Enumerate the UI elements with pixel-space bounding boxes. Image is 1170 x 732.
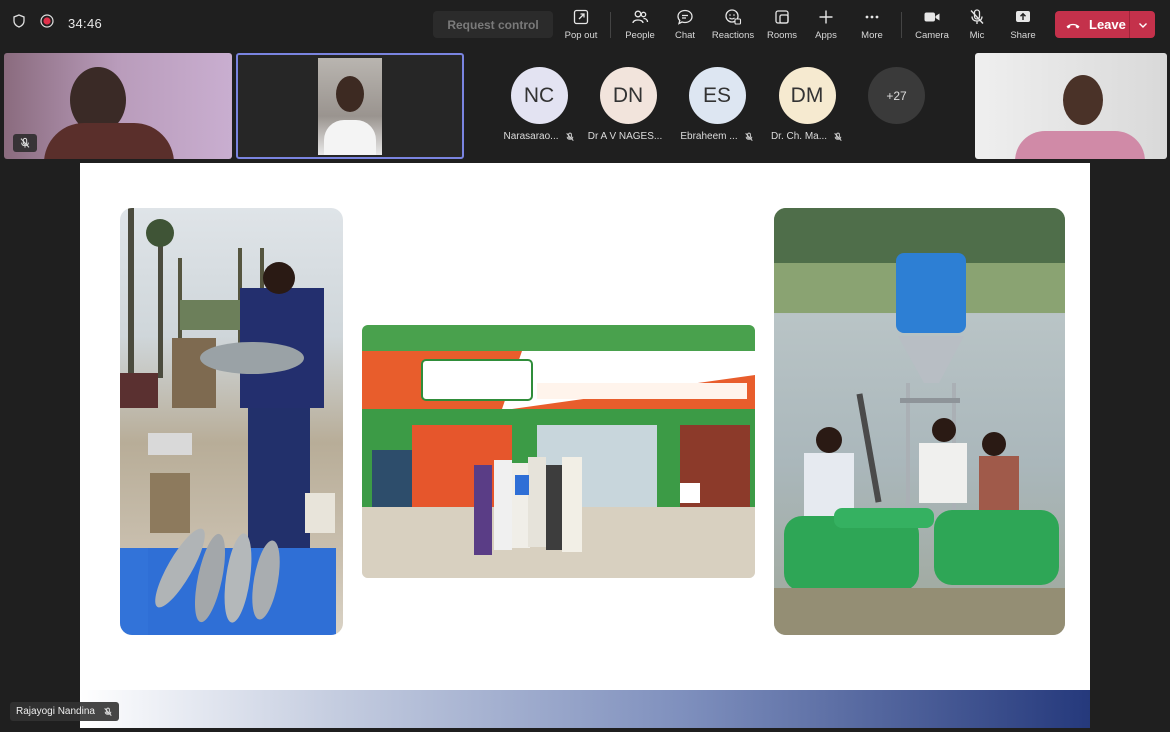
avatar: NC	[510, 67, 568, 124]
chevron-down-icon	[1138, 22, 1147, 28]
apps-icon	[819, 10, 833, 24]
more-participants-button[interactable]: +27	[868, 67, 925, 124]
avatar: ES	[688, 67, 746, 124]
people-icon	[632, 10, 649, 24]
apps-label: Apps	[815, 30, 837, 41]
participant-name: Dr A V NAGES...	[587, 131, 667, 142]
share-icon	[1016, 11, 1030, 22]
camera-icon	[924, 12, 940, 22]
participant-avatar-4[interactable]: DM Dr. Ch. Ma...	[768, 67, 846, 142]
participant-avatar-2[interactable]: DN Dr A V NAGES...	[587, 67, 667, 142]
chat-label: Chat	[674, 30, 696, 41]
participant-name-text: Dr. Ch. Ma...	[770, 131, 828, 142]
speaker-video	[318, 58, 382, 155]
mic-muted-icon	[104, 707, 112, 716]
people-button[interactable]: People	[623, 8, 657, 44]
rooms-icon	[775, 10, 789, 24]
participant-video-body	[44, 123, 174, 159]
mic-muted-icon	[565, 132, 574, 141]
people-label: People	[625, 30, 655, 41]
reactions-icon	[725, 9, 742, 25]
mic-muted-icon	[20, 137, 30, 148]
slide-photo-store-front	[362, 325, 755, 578]
apps-button[interactable]: Apps	[812, 8, 840, 44]
reactions-button[interactable]: Reactions	[711, 8, 755, 44]
participant-name: Dr. Ch. Ma...	[768, 131, 846, 142]
share-label: Share	[1010, 30, 1036, 41]
reactions-label: Reactions	[711, 30, 755, 41]
participant-avatar-3[interactable]: ES Ebraheem ...	[678, 67, 756, 142]
rooms-button[interactable]: Rooms	[765, 8, 799, 44]
pop-out-button[interactable]: Pop out	[563, 8, 599, 44]
participant-name-text: Narasarao...	[503, 131, 559, 142]
mic-muted-icon	[834, 132, 842, 141]
more-label: More	[861, 30, 883, 41]
chat-button[interactable]: Chat	[670, 8, 700, 44]
rooms-label: Rooms	[766, 30, 798, 41]
leave-label: Leave	[1089, 17, 1126, 32]
request-control-button[interactable]: Request control	[433, 11, 553, 38]
more-icon	[865, 15, 879, 19]
participant-avatar-1[interactable]: NC Narasarao...	[500, 67, 578, 142]
mic-button[interactable]: Mic	[963, 8, 991, 44]
toolbar-divider	[901, 12, 902, 38]
participant-name: Narasarao...	[500, 131, 578, 142]
mic-muted-icon	[744, 132, 753, 141]
participant-video-body	[1015, 131, 1145, 159]
teams-meeting-window: 34:46 Request control Pop out People Cha…	[0, 0, 1170, 732]
pop-out-icon	[573, 9, 589, 25]
camera-label: Camera	[915, 30, 949, 41]
avatar: DM	[778, 67, 836, 124]
participant-video-tile[interactable]	[975, 53, 1167, 159]
meeting-timer: 34:46	[68, 16, 103, 31]
leave-button[interactable]: Leave	[1055, 17, 1129, 33]
presenter-name-tag: Rajayogi Nandina	[10, 702, 119, 721]
avatar: DN	[599, 67, 657, 124]
leave-button-group: Leave	[1055, 11, 1155, 38]
pop-out-label: Pop out	[564, 30, 598, 41]
meeting-toolbar: 34:46 Request control Pop out People Cha…	[0, 0, 1170, 50]
share-button[interactable]: Share	[1007, 8, 1039, 44]
leave-options-button[interactable]	[1130, 19, 1155, 31]
shield-icon[interactable]	[12, 14, 26, 33]
more-button[interactable]: More	[858, 8, 886, 44]
meeting-status: 34:46	[12, 14, 102, 33]
participant-name-text: Ebraheem ...	[680, 131, 738, 142]
phone-hangup-icon	[1066, 23, 1080, 28]
participant-video-tile[interactable]	[4, 53, 232, 159]
chat-icon	[677, 9, 693, 25]
participant-name: Ebraheem ...	[678, 131, 756, 142]
slide-footer-band	[80, 690, 1090, 728]
participant-mute-badge	[13, 134, 37, 152]
participant-name-text: Dr A V NAGES...	[587, 131, 663, 142]
mic-muted-icon	[970, 9, 984, 24]
toolbar-divider	[610, 12, 611, 38]
slide-photo-fish-market	[120, 208, 343, 635]
participant-video	[1063, 75, 1103, 125]
mic-label: Mic	[969, 30, 985, 41]
active-speaker-video-tile[interactable]	[236, 53, 464, 159]
shared-screen-slide	[80, 163, 1090, 728]
slide-photo-pond-aerator	[774, 208, 1065, 635]
presenter-name: Rajayogi Nandina	[16, 706, 95, 717]
recording-icon	[40, 14, 54, 33]
camera-button[interactable]: Camera	[913, 8, 951, 44]
